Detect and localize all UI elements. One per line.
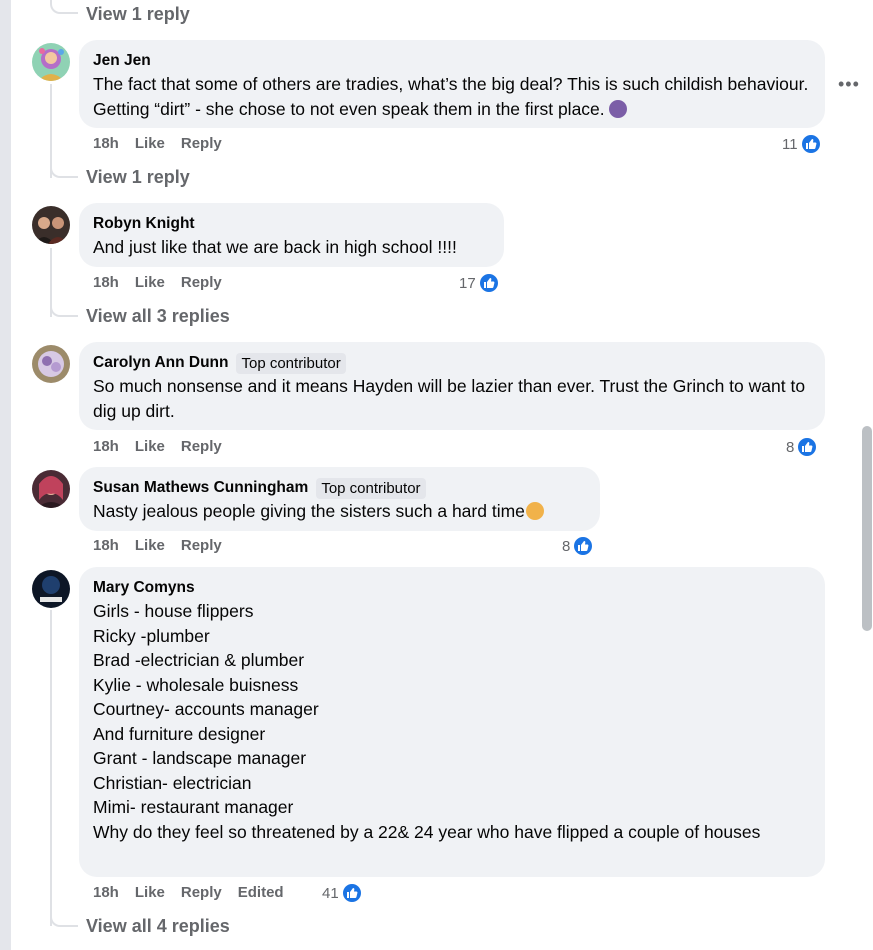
comment-body: The fact that some of others are tradies… (93, 74, 814, 119)
reaction-count-text: 8 (786, 438, 795, 456)
more-options-icon[interactable]: ••• (838, 74, 860, 95)
comment-bubble: Mary Comyns Girls - house flippers Ricky… (79, 567, 825, 877)
woman-facepalming-emoji-icon (608, 99, 627, 118)
top-contributor-badge: Top contributor (316, 477, 426, 499)
comment-actions: 18h Like Reply (93, 537, 222, 554)
thumbs-up-icon (477, 272, 500, 294)
avatar[interactable] (32, 570, 70, 608)
comment-author[interactable]: Susan Mathews Cunningham (93, 479, 308, 497)
comment-bubble: Susan Mathews Cunningham Top contributor… (79, 467, 600, 531)
reaction-count[interactable]: 17 (459, 272, 500, 294)
thumbs-up-icon (340, 882, 363, 904)
avatar-image (32, 206, 70, 244)
thumbs-up-icon (572, 535, 595, 557)
reaction-count-text: 8 (562, 537, 571, 555)
reply-thread-connector (50, 913, 78, 927)
comment-actions: 18h Like Reply Edited (93, 884, 284, 901)
comment-timestamp[interactable]: 18h (93, 135, 119, 152)
thumbs-up-icon (796, 436, 819, 458)
view-replies-link[interactable]: View all 4 replies (86, 916, 230, 937)
avatar-image (32, 345, 70, 383)
view-replies-link[interactable]: View 1 reply (86, 4, 190, 25)
reaction-count[interactable]: 11 (782, 133, 822, 155)
comment-author[interactable]: Robyn Knight (93, 215, 195, 233)
comment-author[interactable]: Mary Comyns (93, 579, 195, 597)
comment-author[interactable]: Jen Jen (93, 52, 151, 70)
comment-timestamp[interactable]: 18h (93, 884, 119, 901)
avatar[interactable] (32, 470, 70, 508)
like-button[interactable]: Like (135, 884, 165, 901)
comment-actions: 18h Like Reply (93, 135, 222, 152)
edited-label: Edited (237, 884, 284, 901)
view-replies-link[interactable]: View 1 reply (86, 167, 190, 188)
like-button[interactable]: Like (135, 135, 165, 152)
left-panel-edge (0, 0, 11, 950)
reply-thread-connector (50, 164, 78, 178)
person-gesturing-no-emoji-icon (525, 502, 544, 520)
like-button[interactable]: Like (135, 274, 165, 291)
reply-button[interactable]: Reply (181, 884, 222, 901)
reaction-count-text: 41 (322, 884, 339, 902)
reply-thread-line (50, 610, 52, 926)
comment-text: The fact that some of others are tradies… (93, 72, 811, 121)
comment-bubble: Robyn Knight And just like that we are b… (79, 203, 504, 267)
thumbs-up-icon (799, 133, 822, 155)
reaction-count-text: 11 (782, 135, 798, 153)
like-button[interactable]: Like (135, 537, 165, 554)
reply-thread-connector (50, 0, 78, 14)
comment-bubble: Jen Jen The fact that some of others are… (79, 40, 825, 128)
comment-body: Nasty jealous people giving the sisters … (93, 501, 525, 521)
comment-actions: 18h Like Reply (93, 438, 222, 455)
top-contributor-badge: Top contributor (236, 352, 346, 374)
avatar-image (32, 570, 70, 608)
comment-text: So much nonsense and it means Hayden wil… (93, 376, 810, 421)
reply-button[interactable]: Reply (181, 438, 222, 455)
comment-actions: 18h Like Reply (93, 274, 222, 291)
reply-button[interactable]: Reply (181, 135, 222, 152)
comment-timestamp[interactable]: 18h (93, 274, 119, 291)
avatar-image (32, 470, 70, 508)
avatar[interactable] (32, 43, 70, 81)
comment-bubble: Carolyn Ann Dunn Top contributor So much… (79, 342, 825, 430)
comment-timestamp[interactable]: 18h (93, 438, 119, 455)
comment-text: And just like that we are back in high s… (93, 237, 457, 257)
comment-text: Nasty jealous people giving the sisters … (93, 499, 586, 524)
comment-author[interactable]: Carolyn Ann Dunn (93, 354, 228, 372)
comment-timestamp[interactable]: 18h (93, 537, 119, 554)
reply-button[interactable]: Reply (181, 537, 222, 554)
reply-thread-connector (50, 303, 78, 317)
comment-text: Girls - house flippers Ricky -plumber Br… (93, 601, 761, 842)
scrollbar-thumb[interactable] (862, 426, 872, 631)
reaction-count[interactable]: 41 (322, 882, 363, 904)
like-button[interactable]: Like (135, 438, 165, 455)
avatar[interactable] (32, 345, 70, 383)
avatar[interactable] (32, 206, 70, 244)
view-replies-link[interactable]: View all 3 replies (86, 306, 230, 327)
reaction-count[interactable]: 8 (562, 535, 595, 557)
reaction-count[interactable]: 8 (786, 436, 819, 458)
reply-button[interactable]: Reply (181, 274, 222, 291)
reaction-count-text: 17 (459, 274, 476, 292)
avatar-image (32, 43, 70, 81)
